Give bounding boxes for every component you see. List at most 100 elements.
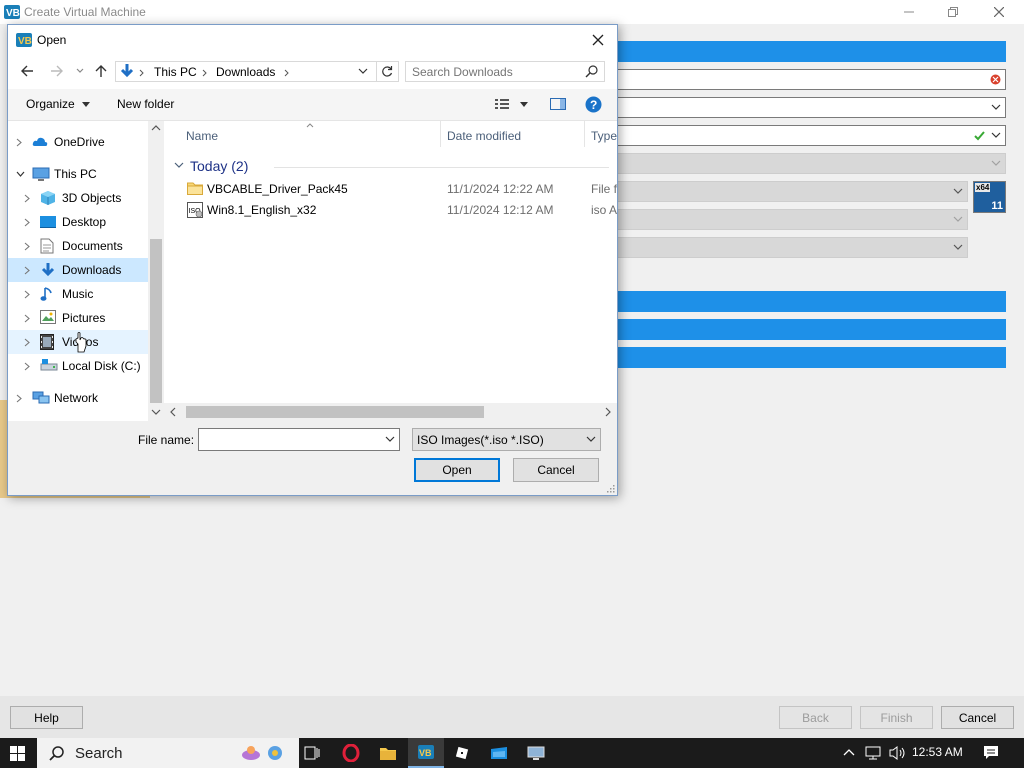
bg-window-title: Create Virtual Machine	[24, 5, 146, 19]
recent-locations-icon[interactable]	[76, 68, 84, 74]
breadcrumb-this-pc[interactable]: This PC	[154, 65, 197, 79]
expand-chevron-right-icon[interactable]	[24, 242, 30, 251]
file-name: VBCABLE_Driver_Pack45	[207, 182, 348, 196]
refresh-icon[interactable]	[381, 65, 393, 77]
wizard-cancel-button[interactable]: Cancel	[941, 706, 1014, 729]
nav-item-music[interactable]: Music	[8, 282, 148, 306]
file-list-item[interactable]: ISO Win8.1_English_x32 11/1/2024 12:12 AM i…	[184, 200, 617, 221]
restore-button[interactable]	[930, 0, 976, 24]
file-name-combobox[interactable]	[198, 428, 400, 451]
taskbar-app-monitor[interactable]	[518, 738, 554, 768]
expand-chevron-right-icon[interactable]	[24, 290, 30, 299]
checkmark-icon	[974, 130, 985, 141]
network-icon	[32, 390, 50, 406]
resize-grip-icon[interactable]	[606, 484, 615, 493]
scroll-thumb[interactable]	[150, 239, 162, 403]
chevron-down-icon[interactable]	[358, 68, 368, 76]
minimize-button[interactable]	[886, 0, 932, 24]
group-header-today[interactable]: Today (2)	[190, 158, 248, 174]
column-header-date-modified[interactable]: Date modified	[447, 129, 521, 143]
finish-button[interactable]: Finish	[860, 706, 933, 729]
forward-arrow-icon[interactable]	[50, 64, 64, 78]
volume-icon[interactable]	[889, 745, 907, 761]
column-header-name[interactable]: Name	[186, 129, 218, 143]
preview-pane-icon[interactable]	[550, 98, 566, 110]
nav-item-network[interactable]: Network	[8, 386, 148, 410]
taskbar-app-opera[interactable]	[333, 738, 369, 768]
chevron-down-icon[interactable]	[385, 436, 395, 444]
file-type-filter-dropdown[interactable]: ISO Images(*.iso *.ISO)	[412, 428, 601, 451]
expand-chevron-right-icon[interactable]	[24, 194, 30, 203]
scroll-right-icon[interactable]	[605, 407, 611, 417]
up-arrow-icon[interactable]	[94, 64, 108, 78]
dialog-close-button[interactable]	[586, 29, 610, 51]
taskbar-search-box[interactable]: Search	[37, 738, 299, 768]
taskbar-app-vm-manager[interactable]: VB	[408, 738, 444, 768]
file-list-pane[interactable]: Name Date modified Type Today (2) VBCABL…	[164, 121, 617, 421]
nav-item-downloads[interactable]: Downloads	[8, 258, 148, 282]
windows-start-icon[interactable]	[10, 746, 26, 762]
open-button[interactable]: Open	[414, 458, 500, 482]
scroll-down-icon[interactable]	[151, 409, 161, 415]
file-list-item[interactable]: VBCABLE_Driver_Pack45 11/1/2024 12:22 AM F…	[184, 179, 617, 200]
scroll-left-icon[interactable]	[170, 407, 176, 417]
cancel-button[interactable]: Cancel	[513, 458, 599, 482]
scroll-thumb[interactable]	[186, 406, 484, 418]
address-bar[interactable]: This PC Downloads	[115, 61, 399, 82]
new-folder-button[interactable]: New folder	[117, 97, 174, 111]
nav-pane-scrollbar[interactable]	[148, 121, 164, 421]
nav-item-onedrive[interactable]: OneDrive	[8, 130, 148, 154]
column-divider[interactable]	[440, 121, 441, 147]
iso-path-field[interactable]	[612, 125, 1006, 146]
pictures-icon	[40, 310, 56, 324]
nav-item-pictures[interactable]: Pictures	[8, 306, 148, 330]
vm-name-field[interactable]	[612, 69, 1006, 90]
nav-item-documents[interactable]: Documents	[8, 234, 148, 258]
help-icon[interactable]: ?	[585, 96, 602, 113]
breadcrumb-downloads[interactable]: Downloads	[216, 65, 275, 79]
notifications-icon[interactable]	[983, 745, 999, 761]
column-header-type[interactable]: Type	[591, 129, 617, 143]
caret-down-icon	[82, 102, 91, 108]
search-downloads-box[interactable]	[405, 61, 605, 82]
dialog-command-bar: Organize New folder ?	[8, 89, 617, 121]
nav-item-desktop[interactable]: Desktop	[8, 210, 148, 234]
nav-item-3d-objects[interactable]: 3D Objects	[8, 186, 148, 210]
close-window-button[interactable]	[976, 0, 1022, 24]
caret-down-icon[interactable]	[520, 102, 528, 107]
expand-chevron-right-icon[interactable]	[24, 362, 30, 371]
taskbar-app-roblox[interactable]	[444, 738, 480, 768]
navigation-pane[interactable]: OneDrive This PC 3D Objects Desktop Document…	[8, 121, 164, 421]
chevron-up-icon[interactable]	[843, 748, 855, 756]
network-tray-icon[interactable]	[865, 745, 883, 761]
organize-button[interactable]: Organize	[26, 97, 91, 111]
taskbar: Search VB 12:53 AM	[0, 738, 1024, 768]
expand-chevron-right-icon[interactable]	[24, 314, 30, 323]
view-options-icon[interactable]	[495, 98, 509, 110]
file-list-horizontal-scrollbar[interactable]	[164, 403, 617, 421]
help-button[interactable]: Help	[10, 706, 83, 729]
group-collapse-icon[interactable]	[174, 162, 184, 169]
column-divider[interactable]	[584, 121, 585, 147]
file-date-modified: 11/1/2024 12:12 AM	[447, 203, 554, 217]
scroll-up-icon[interactable]	[151, 125, 161, 131]
expand-chevron-right-icon[interactable]	[16, 394, 22, 403]
nav-item-this-pc[interactable]: This PC	[8, 162, 148, 186]
roblox-icon	[454, 745, 470, 761]
expand-chevron-right-icon[interactable]	[24, 338, 30, 347]
expand-chevron-right-icon[interactable]	[24, 218, 30, 227]
expand-chevron-down-icon[interactable]	[16, 171, 25, 177]
expand-chevron-right-icon[interactable]	[16, 138, 22, 147]
back-arrow-icon[interactable]	[20, 64, 34, 78]
back-button[interactable]: Back	[779, 706, 852, 729]
dropdown-field-1[interactable]	[612, 97, 1006, 118]
nav-item-local-disk-c[interactable]: Local Disk (C:)	[8, 354, 148, 378]
task-view-button[interactable]	[294, 738, 330, 768]
taskbar-app-file-explorer[interactable]	[370, 738, 406, 768]
chevron-down-icon	[953, 215, 963, 223]
nav-item-label: 3D Objects	[62, 191, 122, 205]
taskbar-clock[interactable]: 12:53 AM	[912, 745, 963, 759]
expand-chevron-right-icon[interactable]	[24, 266, 30, 275]
search-input[interactable]	[412, 64, 582, 79]
taskbar-app-store[interactable]	[481, 738, 517, 768]
